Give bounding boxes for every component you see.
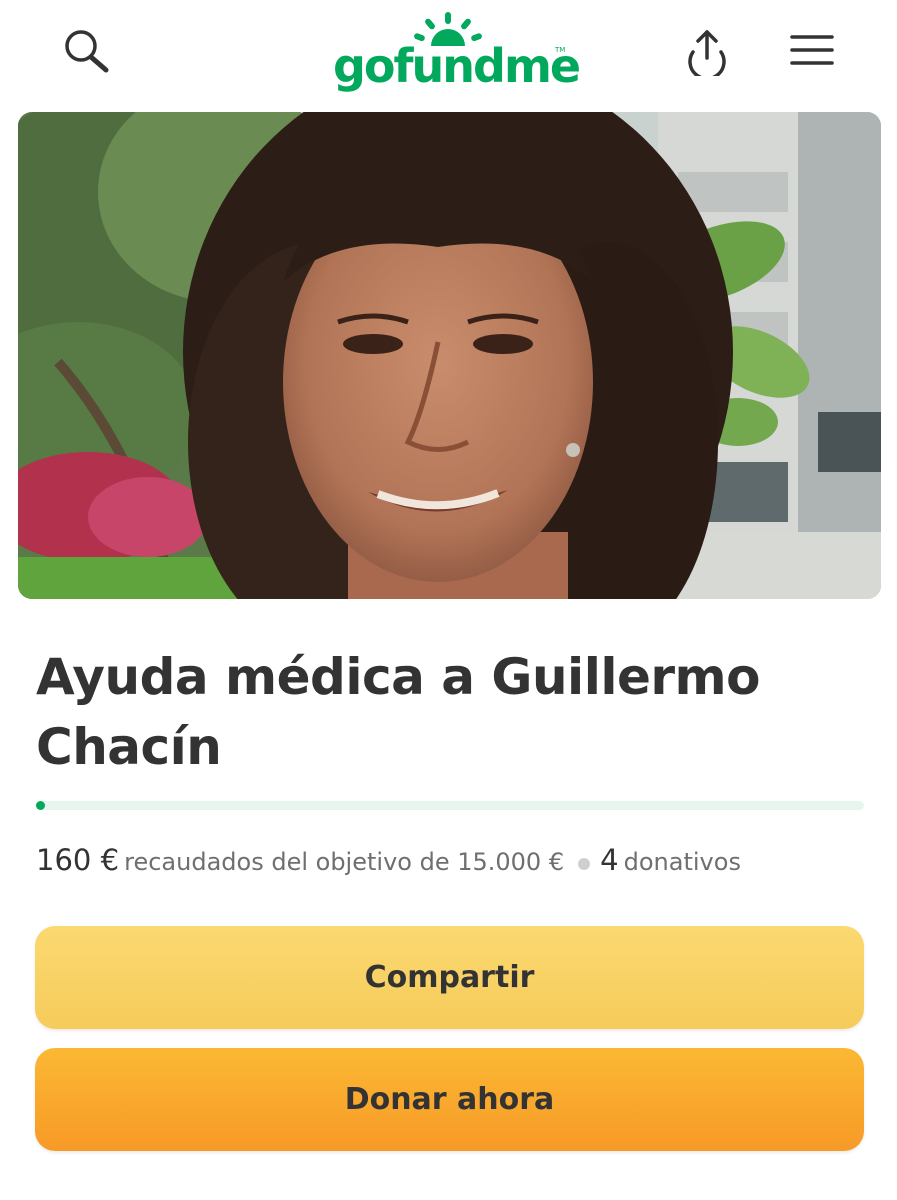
search-icon[interactable]	[62, 28, 112, 74]
progress-bar-fill	[36, 801, 45, 810]
amount-raised: 160 €	[36, 843, 120, 877]
fundraising-stats: 160 € recaudados del objetivo de 15.000 …	[36, 838, 876, 882]
hamburger-menu-icon[interactable]	[790, 33, 834, 67]
separator-dot	[578, 857, 591, 870]
donations-label: donativos	[623, 848, 741, 876]
donations-count: 4	[600, 843, 619, 877]
donate-now-button[interactable]: Donar ahora	[35, 1048, 864, 1151]
campaign-photo[interactable]	[18, 112, 881, 599]
logo-trademark: TM	[555, 46, 566, 54]
campaign-title: Ayuda médica a Guillermo Chacín	[36, 648, 761, 776]
gofundme-logo[interactable]: gofundme TM	[333, 10, 581, 93]
progress-bar	[36, 801, 864, 810]
share-button[interactable]: Compartir	[35, 926, 864, 1029]
upload-share-icon[interactable]	[684, 28, 730, 81]
goal-text: recaudados del objetivo de 15.000 €	[124, 848, 565, 876]
app-header: gofundme TM	[0, 0, 897, 110]
logo-wordmark: gofundme	[333, 39, 581, 93]
